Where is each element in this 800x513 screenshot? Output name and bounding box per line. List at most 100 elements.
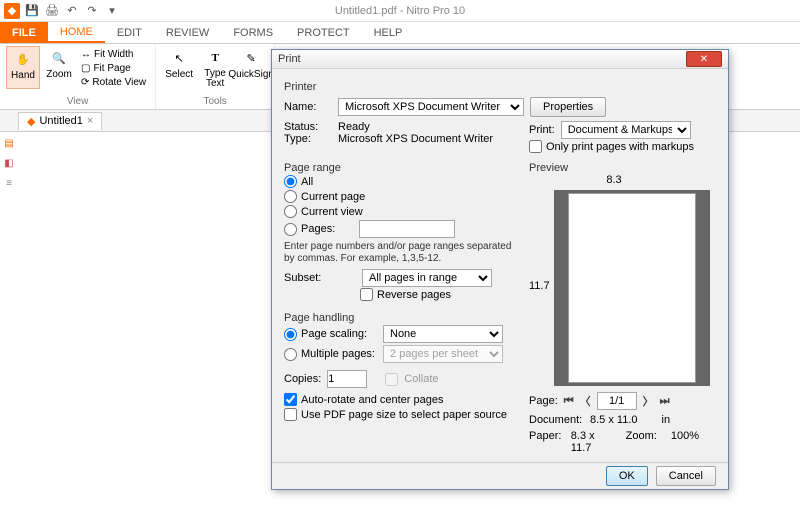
pages-input[interactable] xyxy=(359,220,455,238)
only-markups-checkbox[interactable] xyxy=(529,140,542,153)
print-icon[interactable]: 🖨 xyxy=(44,3,60,19)
reverse-checkbox[interactable] xyxy=(360,288,373,301)
menu-review[interactable]: REVIEW xyxy=(154,22,221,43)
preview-height: 11.7 xyxy=(529,280,550,292)
fit-width-button[interactable]: ↔Fit Width xyxy=(78,48,149,61)
zoom-button[interactable]: 🔍 Zoom xyxy=(42,46,76,89)
group-label-view: View xyxy=(67,96,89,107)
zoom-label: Zoom: xyxy=(626,430,657,454)
scaling-select[interactable]: None xyxy=(383,325,503,343)
fit-width-label: Fit Width xyxy=(94,49,133,60)
type-value: Microsoft XPS Document Writer xyxy=(338,133,493,145)
dialog-title-bar: Print ✕ xyxy=(272,50,728,69)
typetext-icon: T xyxy=(205,48,225,68)
bookmarks-panel-icon[interactable]: ◧ xyxy=(2,156,16,170)
page-range-label: Page range xyxy=(284,162,519,174)
save-icon[interactable]: 💾 xyxy=(24,3,40,19)
preview-width: 8.3 xyxy=(529,174,699,186)
copies-label: Copies: xyxy=(284,373,321,385)
doc-tab-label: Untitled1 xyxy=(39,115,82,127)
next-page-icon[interactable]: 〉 xyxy=(643,393,654,409)
menu-edit[interactable]: EDIT xyxy=(105,22,154,43)
copies-input[interactable] xyxy=(327,370,367,388)
auto-rotate-checkbox[interactable] xyxy=(284,393,297,406)
radio-current-page[interactable] xyxy=(284,190,297,203)
status-label: Status: xyxy=(284,121,332,133)
quicksign-label: QuickSign xyxy=(228,69,274,80)
document-size-label: Document: xyxy=(529,414,584,426)
type-text-button[interactable]: T Type Text xyxy=(198,46,232,91)
scaling-label: Page scaling: xyxy=(301,328,379,340)
radio-all-label: All xyxy=(301,176,313,188)
ribbon-group-tools: ↖ Select T Type Text ✎ QuickSign Tools xyxy=(156,44,275,109)
paper-size-label: Paper: xyxy=(529,430,565,454)
prev-page-icon[interactable]: 〈 xyxy=(580,393,591,409)
radio-all[interactable] xyxy=(284,175,297,188)
hand-button[interactable]: ✋ Hand xyxy=(6,46,40,89)
pdf-size-label: Use PDF page size to select paper source xyxy=(301,409,507,421)
unit-label: in xyxy=(662,414,671,426)
print-what-select[interactable]: Document & Markups xyxy=(561,121,691,139)
menu-home[interactable]: HOME xyxy=(48,22,105,43)
cancel-button[interactable]: Cancel xyxy=(656,466,716,486)
radio-pages[interactable] xyxy=(284,223,297,236)
preview-page xyxy=(568,193,696,383)
properties-button[interactable]: Properties xyxy=(530,97,606,117)
rotate-icon: ⟳ xyxy=(81,77,89,88)
doc-icon: ◆ xyxy=(27,115,35,128)
preview-label: Preview xyxy=(529,162,699,174)
subset-select[interactable]: All pages in range xyxy=(362,269,492,287)
only-markups-label: Only print pages with markups xyxy=(546,141,694,153)
last-page-icon[interactable]: ⏭ xyxy=(660,395,670,408)
redo-icon[interactable]: ↷ xyxy=(84,3,100,19)
menu-help[interactable]: HELP xyxy=(362,22,415,43)
multiple-select[interactable]: 2 pages per sheet xyxy=(383,345,503,363)
select-label: Select xyxy=(165,69,193,80)
page-nav-label: Page: xyxy=(529,395,558,407)
rotate-view-button[interactable]: ⟳Rotate View xyxy=(78,76,149,89)
document-tab[interactable]: ◆ Untitled1 × xyxy=(18,112,102,130)
typetext-label: Type Text xyxy=(204,69,226,89)
printer-name-label: Name: xyxy=(284,101,332,113)
pages-hint: Enter page numbers and/or page ranges se… xyxy=(284,239,519,269)
rotate-label: Rotate View xyxy=(92,77,146,88)
ribbon-group-view: ✋ Hand 🔍 Zoom ↔Fit Width ▢Fit Page ⟳Rota… xyxy=(0,44,156,109)
page-number-input[interactable] xyxy=(597,392,637,410)
document-size-value: 8.5 x 11.0 xyxy=(590,414,638,426)
select-button[interactable]: ↖ Select xyxy=(162,46,196,91)
pdf-size-checkbox[interactable] xyxy=(284,408,297,421)
dialog-title: Print xyxy=(278,53,301,65)
fit-page-button[interactable]: ▢Fit Page xyxy=(78,62,149,75)
close-dialog-button[interactable]: ✕ xyxy=(686,51,722,67)
quicksign-button[interactable]: ✎ QuickSign xyxy=(234,46,268,91)
menu-protect[interactable]: PROTECT xyxy=(285,22,362,43)
print-what-label: Print: xyxy=(529,124,555,136)
printer-select[interactable]: Microsoft XPS Document Writer xyxy=(338,98,524,116)
menu-forms[interactable]: FORMS xyxy=(221,22,285,43)
zoom-value: 100% xyxy=(671,430,699,454)
menu-file[interactable]: FILE xyxy=(0,22,48,43)
radio-current-view[interactable] xyxy=(284,205,297,218)
zoom-icon: 🔍 xyxy=(49,48,69,68)
radio-current-view-label: Current view xyxy=(301,206,363,218)
reverse-label: Reverse pages xyxy=(377,289,451,301)
collate-checkbox[interactable] xyxy=(385,373,398,386)
side-panel-icons: ▤ ◧ ≡ xyxy=(0,132,18,194)
menu-bar: FILE HOME EDIT REVIEW FORMS PROTECT HELP xyxy=(0,22,800,44)
radio-multiple[interactable] xyxy=(284,348,297,361)
printer-section-label: Printer xyxy=(284,81,716,93)
first-page-icon[interactable]: ⏮ xyxy=(564,395,574,408)
dropdown-icon[interactable]: ▾ xyxy=(104,3,120,19)
undo-icon[interactable]: ↶ xyxy=(64,3,80,19)
radio-scaling[interactable] xyxy=(284,328,297,341)
pages-panel-icon[interactable]: ▤ xyxy=(2,136,16,150)
status-value: Ready xyxy=(338,121,370,133)
signature-icon: ✎ xyxy=(241,48,261,68)
fit-page-label: Fit Page xyxy=(93,63,130,74)
ok-button[interactable]: OK xyxy=(606,466,648,486)
close-tab-icon[interactable]: × xyxy=(87,115,93,127)
collate-label: Collate xyxy=(404,373,438,385)
paper-size-value: 8.3 x 11.7 xyxy=(571,430,602,454)
layers-panel-icon[interactable]: ≡ xyxy=(2,176,16,190)
subset-label: Subset: xyxy=(284,272,332,284)
